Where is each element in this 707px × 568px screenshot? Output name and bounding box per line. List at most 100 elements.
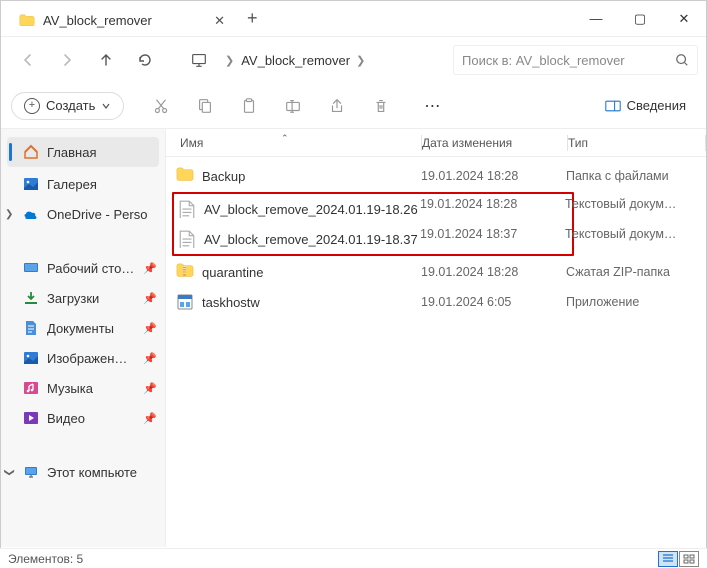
file-date: 19.01.2024 6:05	[421, 295, 566, 309]
breadcrumb[interactable]: AV_block_remover ❯	[241, 53, 371, 68]
pin-icon: 📌	[143, 262, 157, 275]
sidebar-item-pictures[interactable]: Изображен… 📌	[1, 343, 165, 373]
action-toolbar: + Создать ⋯ Сведения	[1, 83, 706, 129]
file-name: Backup	[202, 169, 245, 184]
pin-icon: 📌	[143, 352, 157, 365]
details-pane-button[interactable]: Сведения	[595, 94, 696, 117]
close-button[interactable]: ✕	[662, 1, 706, 37]
table-row[interactable]: taskhostw19.01.2024 6:05Приложение	[166, 287, 706, 317]
file-date: 19.01.2024 18:28	[420, 197, 565, 211]
text-icon	[178, 200, 196, 218]
file-type: Текстовый докум…	[565, 197, 682, 211]
column-name[interactable]: Имя ⌃	[166, 136, 421, 150]
sidebar-item-desktop[interactable]: Рабочий сто… 📌	[1, 253, 165, 283]
pictures-icon	[23, 350, 39, 366]
sidebar-item-videos[interactable]: Видео 📌	[1, 403, 165, 433]
more-options-button[interactable]: ⋯	[416, 96, 448, 116]
file-date: 19.01.2024 18:28	[421, 265, 566, 279]
details-pane-icon	[605, 100, 621, 112]
file-name: quarantine	[202, 265, 263, 280]
sidebar-item-documents[interactable]: Документы 📌	[1, 313, 165, 343]
file-date: 19.01.2024 18:28	[421, 169, 566, 183]
sidebar-item-downloads[interactable]: Загрузки 📌	[1, 283, 165, 313]
view-details-button[interactable]	[658, 551, 678, 567]
folder-icon	[176, 167, 194, 185]
pin-icon: 📌	[143, 412, 157, 425]
column-type[interactable]: Тип	[568, 136, 705, 150]
paste-icon[interactable]	[228, 88, 270, 124]
view-mode-switcher	[658, 551, 699, 567]
desktop-icon	[23, 260, 39, 276]
nav-toolbar: ❯ AV_block_remover ❯ Поиск в: AV_block_r…	[1, 37, 706, 83]
chevron-right-icon[interactable]: ❯	[219, 54, 240, 67]
sidebar: Главная Галерея ❯ OneDrive - Perso Рабоч…	[1, 129, 166, 547]
new-tab-button[interactable]: +	[237, 8, 268, 29]
refresh-button[interactable]	[126, 42, 164, 78]
table-row[interactable]: quarantine 19.01.2024 18:28Сжатая ZIP-пап…	[166, 257, 706, 287]
delete-icon[interactable]	[360, 88, 402, 124]
downloads-icon	[23, 290, 39, 306]
window-controls: — ▢ ✕	[574, 1, 706, 37]
plus-icon: +	[24, 98, 40, 114]
search-icon	[675, 53, 689, 67]
sidebar-item-music[interactable]: Музыка 📌	[1, 373, 165, 403]
maximize-button[interactable]: ▢	[618, 1, 662, 37]
details-pane-label: Сведения	[627, 98, 686, 113]
file-type: Приложение	[566, 295, 706, 309]
pin-icon: 📌	[143, 322, 157, 335]
new-button[interactable]: + Создать	[11, 92, 124, 120]
sidebar-item-onedrive[interactable]: ❯ OneDrive - Perso	[1, 199, 165, 229]
documents-icon	[23, 320, 39, 336]
music-icon	[23, 380, 39, 396]
search-placeholder: Поиск в: AV_block_remover	[462, 53, 675, 68]
cut-icon[interactable]	[140, 88, 182, 124]
status-bar: Элементов: 5	[0, 548, 707, 568]
pin-icon: 📌	[143, 382, 157, 395]
file-pane: Имя ⌃ Дата изменения Тип Backup 19.01.202…	[166, 129, 706, 547]
tab-title: AV_block_remover	[43, 13, 152, 28]
copy-icon[interactable]	[184, 88, 226, 124]
home-icon	[23, 144, 39, 160]
sort-indicator-icon: ⌃	[281, 133, 289, 144]
file-type: Текстовый докум…	[565, 227, 682, 241]
minimize-button[interactable]: —	[574, 1, 618, 37]
search-input[interactable]: Поиск в: AV_block_remover	[453, 45, 698, 75]
text-icon	[178, 230, 196, 248]
back-button[interactable]	[9, 42, 47, 78]
status-text: Элементов: 5	[8, 552, 83, 566]
gallery-icon	[23, 176, 39, 192]
close-tab-icon[interactable]: ✕	[214, 13, 225, 29]
sidebar-item-home[interactable]: Главная	[7, 137, 159, 167]
chevron-right-icon[interactable]: ❯	[5, 209, 13, 220]
computer-icon	[23, 464, 39, 480]
videos-icon	[23, 410, 39, 426]
sidebar-item-gallery[interactable]: Галерея	[1, 169, 165, 199]
exe-icon	[176, 293, 194, 311]
file-name: AV_block_remove_2024.01.19-18.26	[204, 202, 418, 217]
sidebar-item-this-pc[interactable]: ❯ Этот компьюте	[1, 457, 165, 487]
zip-icon	[176, 263, 194, 281]
file-date: 19.01.2024 18:37	[420, 227, 565, 241]
location-root-icon[interactable]	[180, 42, 218, 78]
title-bar: AV_block_remover ✕ + — ▢ ✕	[1, 1, 706, 37]
new-button-label: Создать	[46, 98, 95, 113]
breadcrumb-item[interactable]: AV_block_remover	[241, 53, 350, 68]
column-headers: Имя ⌃ Дата изменения Тип	[166, 129, 706, 157]
column-date[interactable]: Дата изменения	[422, 136, 567, 150]
pin-icon: 📌	[143, 292, 157, 305]
window-tab[interactable]: AV_block_remover ✕	[7, 7, 237, 35]
forward-button[interactable]	[48, 42, 86, 78]
rename-icon[interactable]	[272, 88, 314, 124]
share-icon[interactable]	[316, 88, 358, 124]
view-large-button[interactable]	[679, 551, 699, 567]
up-button[interactable]	[87, 42, 125, 78]
file-name: AV_block_remove_2024.01.19-18.37	[204, 232, 418, 247]
chevron-right-icon[interactable]: ❯	[350, 54, 371, 67]
chevron-down-icon[interactable]: ❯	[4, 468, 15, 476]
file-type: Папка с файлами	[566, 169, 706, 183]
folder-icon	[19, 14, 35, 28]
file-type: Сжатая ZIP-папка	[566, 265, 706, 279]
table-row[interactable]: Backup 19.01.2024 18:28Папка с файлами	[166, 161, 706, 191]
main-area: Главная Галерея ❯ OneDrive - Perso Рабоч…	[1, 129, 706, 547]
onedrive-icon	[23, 206, 39, 222]
